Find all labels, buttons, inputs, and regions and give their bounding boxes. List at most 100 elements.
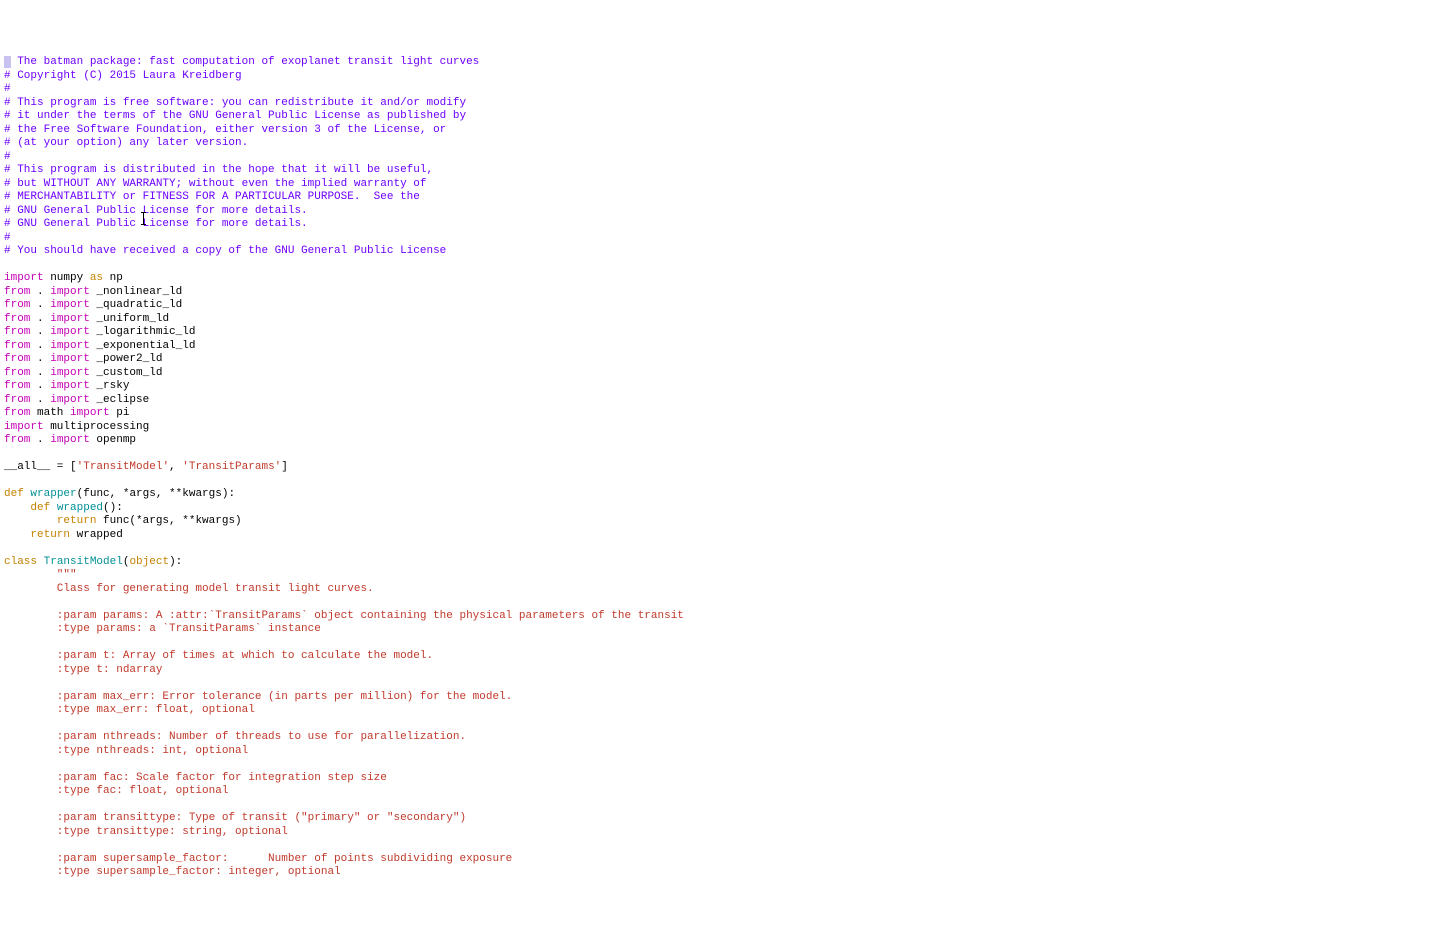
function-signature: (func, *args, **kwargs): (77, 488, 235, 500)
string-literal: 'TransitParams' (182, 461, 281, 473)
string-literal: 'TransitModel' (77, 461, 169, 473)
keyword-import: import (50, 380, 90, 392)
module-path: . (30, 313, 50, 325)
docstring-line: :param t: Array of times at which to cal… (4, 650, 433, 662)
function-name: wrapped (57, 502, 103, 514)
import-target: _eclipse (90, 394, 149, 406)
module-path: . (30, 434, 50, 446)
builtin-object: object (129, 556, 169, 568)
return-expr: wrapped (70, 529, 123, 541)
keyword-from: from (4, 313, 30, 325)
keyword-import: import (50, 313, 90, 325)
function-signature: (): (103, 502, 123, 514)
comment-line: # (at your option) any later version. (4, 137, 248, 149)
comment-line: # the Free Software Foundation, either v… (4, 124, 446, 136)
docstring-line: :type supersample_factor: integer, optio… (4, 866, 341, 878)
keyword-from: from (4, 353, 30, 365)
keyword-def: def (4, 488, 24, 500)
alias-name: np (103, 272, 123, 284)
keyword-from: from (4, 394, 30, 406)
keyword-import: import (70, 407, 110, 419)
docstring-line: :type nthreads: int, optional (4, 745, 248, 757)
comment-line: # Copyright (C) 2015 Laura Kreidberg (4, 70, 242, 82)
dunder-all: __all__ = [ (4, 461, 77, 473)
keyword-import: import (50, 286, 90, 298)
keyword-return: return (30, 529, 70, 541)
indent (4, 502, 30, 514)
keyword-import: import (50, 367, 90, 379)
import-target: _power2_ld (90, 353, 163, 365)
docstring-line: :param supersample_factor: Number of poi… (4, 853, 512, 865)
comment-line: # (4, 151, 11, 163)
keyword-from: from (4, 407, 30, 419)
keyword-as: as (90, 272, 103, 284)
docstring-line: :param max_err: Error tolerance (in part… (4, 691, 512, 703)
comment-line: # (4, 83, 11, 95)
docstring-line: :type transittype: string, optional (4, 826, 288, 838)
keyword-import: import (50, 299, 90, 311)
indent (4, 515, 57, 527)
docstring-line: :type max_err: float, optional (4, 704, 255, 716)
docstring-line: Class for generating model transit light… (4, 583, 374, 595)
module-path: . (30, 353, 50, 365)
gpl-caret-line: # GNU General Public License for more de… (4, 205, 308, 217)
function-name: wrapper (30, 488, 76, 500)
keyword-import: import (50, 434, 90, 446)
keyword-return: return (57, 515, 97, 527)
keyword-from: from (4, 299, 30, 311)
module-path: . (30, 380, 50, 392)
keyword-from: from (4, 380, 30, 392)
docstring-line: :type t: ndarray (4, 664, 162, 676)
comment-line: # This program is distributed in the hop… (4, 164, 433, 176)
paren-close: ): (169, 556, 182, 568)
keyword-from: from (4, 434, 30, 446)
import-target: _logarithmic_ld (90, 326, 196, 338)
module-path: . (30, 286, 50, 298)
space (50, 502, 57, 514)
keyword-import: import (4, 272, 44, 284)
docstring-line: :param nthreads: Number of threads to us… (4, 731, 466, 743)
comment-fragment: License for more details. (143, 205, 308, 217)
cursor-block (4, 56, 11, 68)
keyword-import: import (50, 326, 90, 338)
import-target: _custom_ld (90, 367, 163, 379)
bracket-close: ] (281, 461, 288, 473)
module-path: math (30, 407, 70, 419)
import-target: _exponential_ld (90, 340, 196, 352)
import-target: openmp (90, 434, 136, 446)
comment-line: # (4, 232, 11, 244)
return-expr: func(*args, **kwargs) (96, 515, 241, 527)
module-name: numpy (44, 272, 90, 284)
docstring-line: """ (4, 569, 77, 581)
comment-line: # MERCHANTABILITY or FITNESS FOR A PARTI… (4, 191, 420, 203)
import-target: _nonlinear_ld (90, 286, 182, 298)
import-target: pi (110, 407, 130, 419)
keyword-import: import (50, 394, 90, 406)
import-target: _quadratic_ld (90, 299, 182, 311)
docstring-line: :type fac: float, optional (4, 785, 228, 797)
module-path: . (30, 326, 50, 338)
docstring-line: :param params: A :attr:`TransitParams` o… (4, 610, 684, 622)
comma: , (169, 461, 182, 473)
space (37, 556, 44, 568)
module-path: . (30, 340, 50, 352)
keyword-from: from (4, 326, 30, 338)
keyword-import: import (50, 340, 90, 352)
import-target: _uniform_ld (90, 313, 169, 325)
comment-line: # The batman package: fast computation o… (4, 56, 479, 68)
module-path: . (30, 299, 50, 311)
keyword-def: def (30, 502, 50, 514)
code-editor[interactable]: # The batman package: fast computation o… (4, 56, 1436, 880)
module-path: . (30, 394, 50, 406)
keyword-import: import (4, 421, 44, 433)
module-path: . (30, 367, 50, 379)
keyword-class: class (4, 556, 37, 568)
module-name: multiprocessing (44, 421, 150, 433)
docstring-line: :param transittype: Type of transit ("pr… (4, 812, 466, 824)
comment-fragment: # GNU General Public (4, 205, 143, 217)
comment-line: # This program is free software: you can… (4, 97, 466, 109)
keyword-import: import (50, 353, 90, 365)
keyword-from: from (4, 367, 30, 379)
comment-line: # but WITHOUT ANY WARRANTY; without even… (4, 178, 426, 190)
comment-line: # You should have received a copy of the… (4, 245, 446, 257)
